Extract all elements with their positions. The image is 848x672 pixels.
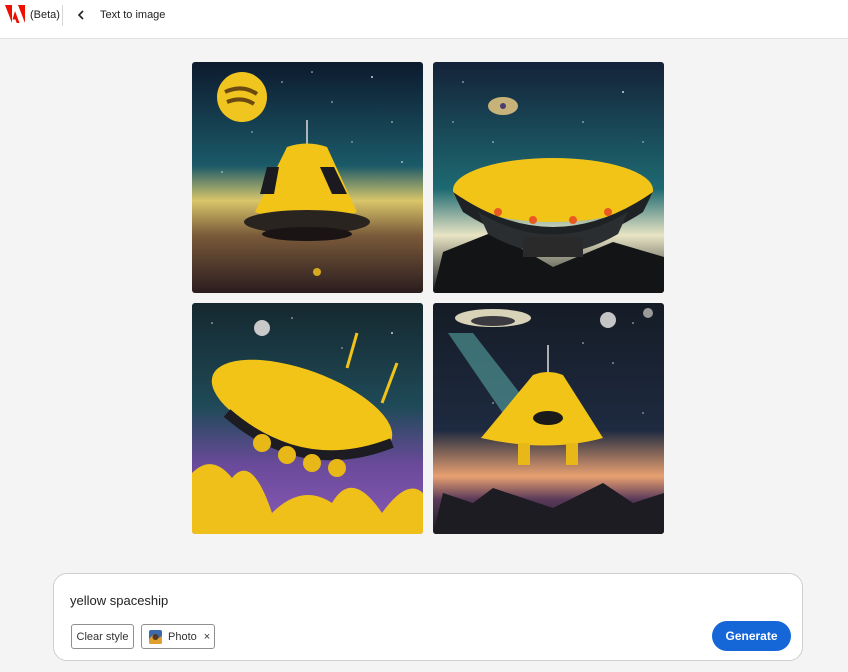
- adobe-logo-icon[interactable]: [5, 5, 25, 23]
- page-title: Text to image: [100, 9, 166, 21]
- generated-image-2[interactable]: [433, 62, 664, 293]
- chevron-left-icon: [77, 10, 84, 20]
- back-button[interactable]: [73, 6, 89, 24]
- prompt-input[interactable]: [70, 588, 670, 612]
- generated-image-4[interactable]: [433, 303, 664, 534]
- prompt-composer: Clear style Photo × Generate: [53, 573, 803, 661]
- photo-style-thumbnail-icon: [149, 629, 162, 644]
- style-chip-photo[interactable]: Photo ×: [141, 624, 215, 649]
- style-chip-label: Photo: [168, 630, 197, 643]
- generated-image-1[interactable]: [192, 62, 423, 293]
- generated-image-3[interactable]: [192, 303, 423, 534]
- beta-label: (Beta): [30, 9, 60, 21]
- remove-style-icon[interactable]: ×: [204, 631, 210, 643]
- clear-style-button[interactable]: Clear style: [71, 624, 134, 649]
- header-divider: [62, 5, 63, 26]
- generate-button[interactable]: Generate: [712, 621, 791, 651]
- top-bar: (Beta) Text to image: [0, 0, 848, 39]
